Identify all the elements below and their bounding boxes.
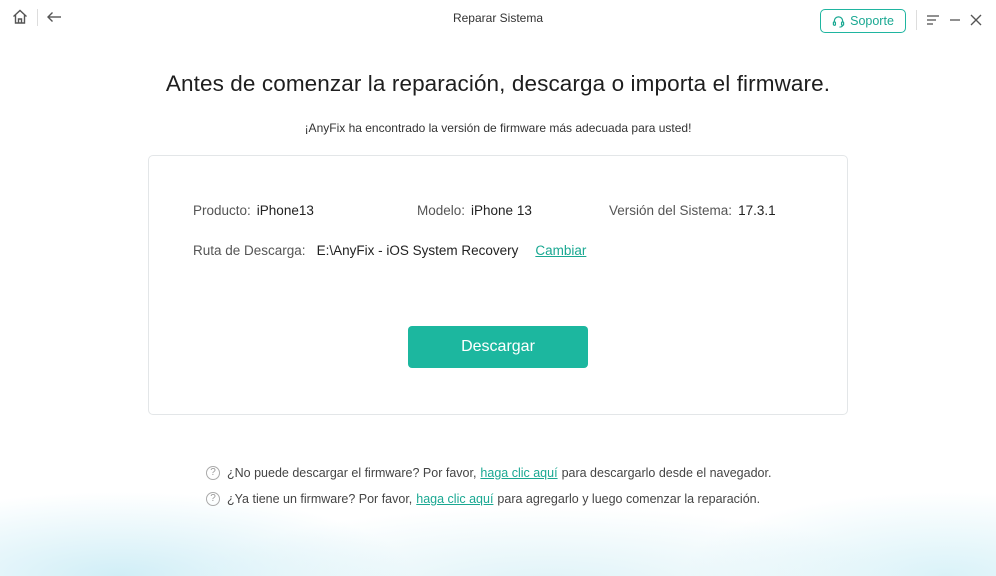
- product-label: Producto:: [193, 203, 251, 218]
- toolbar-divider: [916, 10, 917, 30]
- model-value: iPhone 13: [471, 203, 532, 218]
- firmware-info-card: Producto: iPhone13 Modelo: iPhone 13 Versi…: [148, 155, 848, 415]
- minimize-icon[interactable]: [944, 9, 966, 31]
- system-version-field: Versión del Sistema: 17.3.1: [609, 203, 776, 218]
- help-text-prefix: ¿No puede descargar el firmware? Por fav…: [227, 466, 477, 480]
- help-row-browser-download: ? ¿No puede descargar el firmware? Por f…: [206, 466, 771, 480]
- model-label: Modelo:: [417, 203, 466, 218]
- headset-icon: [832, 15, 845, 28]
- product-field: Producto: iPhone13: [193, 203, 314, 218]
- support-label: Soporte: [850, 14, 894, 28]
- page-headline: Antes de comenzar la reparación, descarg…: [165, 71, 831, 96]
- import-firmware-link[interactable]: haga clic aquí: [416, 492, 493, 506]
- title-bar: Reparar Sistema Soporte: [0, 0, 996, 40]
- system-version-value: 17.3.1: [738, 203, 776, 218]
- question-circle-icon: ?: [206, 492, 220, 506]
- model-field: Modelo: iPhone 13: [417, 203, 532, 218]
- product-value: iPhone13: [256, 203, 314, 218]
- browser-download-link[interactable]: haga clic aquí: [480, 466, 557, 480]
- change-path-link[interactable]: Cambiar: [535, 243, 586, 258]
- page-subtitle: ¡AnyFix ha encontrado la versión de firm…: [304, 121, 692, 135]
- close-icon[interactable]: [965, 9, 987, 31]
- help-text-suffix: para descargarlo desde el navegador.: [561, 466, 772, 480]
- help-text-suffix: para agregarlo y luego comenzar la repar…: [497, 492, 761, 506]
- download-path-field: Ruta de Descarga: E:\AnyFix - iOS System …: [193, 243, 586, 258]
- download-path-label: Ruta de Descarga:: [193, 243, 306, 258]
- menu-icon[interactable]: [922, 9, 944, 31]
- support-button[interactable]: Soporte: [820, 9, 906, 33]
- download-path-value: E:\AnyFix - iOS System Recovery: [316, 243, 519, 258]
- question-circle-icon: ?: [206, 466, 220, 480]
- download-button[interactable]: Descargar: [408, 326, 588, 368]
- help-row-import-firmware: ? ¿Ya tiene un firmware? Por favor, haga…: [206, 492, 760, 506]
- help-text-prefix: ¿Ya tiene un firmware? Por favor,: [227, 492, 413, 506]
- system-version-label: Versión del Sistema:: [609, 203, 733, 218]
